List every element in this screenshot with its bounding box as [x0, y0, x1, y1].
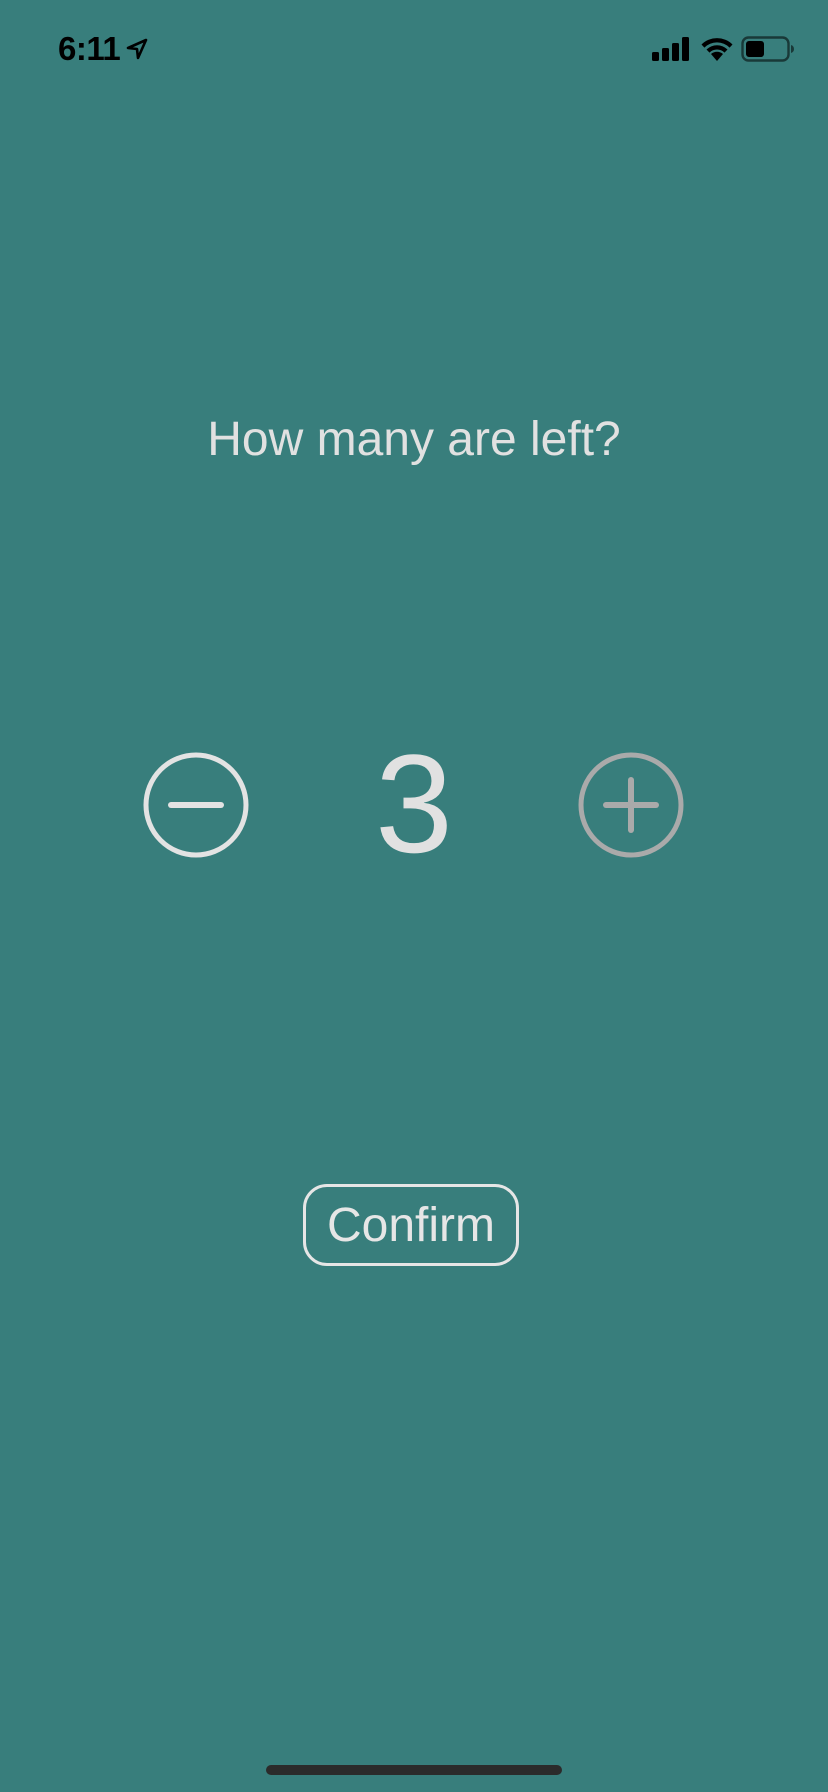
- location-arrow-icon: [126, 38, 148, 60]
- status-bar: 6:11: [0, 0, 828, 100]
- status-time: 6:11: [58, 30, 121, 67]
- minus-circle-icon: [143, 752, 249, 858]
- wifi-icon: [701, 38, 733, 61]
- confirm-button[interactable]: Confirm: [303, 1184, 519, 1266]
- battery-icon: [741, 36, 794, 62]
- increment-button[interactable]: [576, 750, 686, 860]
- quantity-value: 3: [375, 725, 453, 882]
- question-label: How many are left?: [207, 413, 621, 466]
- plus-circle-icon: [578, 752, 684, 858]
- cellular-signal-icon: [652, 37, 689, 61]
- home-indicator[interactable]: [266, 1765, 562, 1775]
- decrement-button[interactable]: [141, 750, 251, 860]
- quantity-stepper: 3: [0, 734, 828, 874]
